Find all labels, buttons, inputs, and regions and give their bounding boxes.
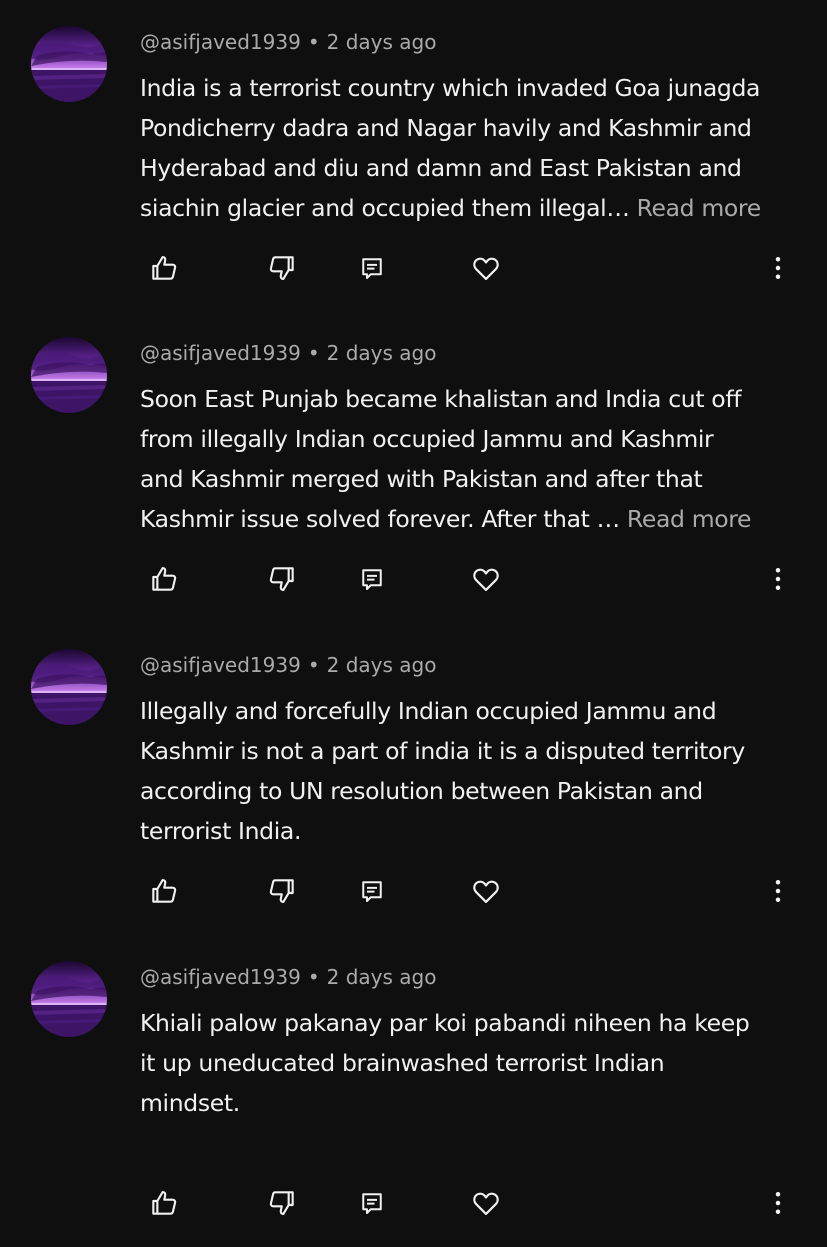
meta-separator: • [307, 965, 320, 989]
like-button[interactable] [144, 1183, 184, 1223]
reply-icon [362, 258, 382, 279]
reply-button[interactable] [352, 248, 392, 288]
dislike-icon [269, 879, 294, 903]
comment-meta: @asifjaved1939 • 2 days ago [140, 963, 436, 991]
comment-text-line: Kashmir is not a part of india it is a d… [140, 737, 745, 765]
dislike-icon [269, 567, 294, 591]
comment-text: Khiali palow pakanay par koi pabandi nih… [140, 1003, 810, 1123]
comment-author[interactable]: @asifjaved1939 [140, 653, 301, 677]
more-options-button[interactable] [758, 871, 798, 911]
purple-sunset-avatar-icon [31, 26, 107, 102]
comment-thread: @asifjaved1939 • 2 days ago Illegally and … [0, 623, 827, 935]
heart-button[interactable] [466, 248, 506, 288]
comment-text-line: Hyderabad and diu and damn and East Paki… [140, 154, 742, 182]
comment-text-line: siachin glacier and occupied them illega… [140, 194, 637, 222]
purple-sunset-avatar-icon [31, 961, 107, 1037]
reply-button[interactable] [352, 871, 392, 911]
reply-button[interactable] [352, 559, 392, 599]
read-more-link[interactable]: Read more [627, 505, 752, 533]
heart-button[interactable] [466, 871, 506, 911]
comment-meta: @asifjaved1939 • 2 days ago [140, 28, 436, 56]
like-icon [152, 567, 177, 591]
comment-thread: @asifjaved1939 • 2 days ago India is a ter… [0, 0, 827, 312]
heart-button[interactable] [466, 559, 506, 599]
meta-separator: • [307, 653, 320, 677]
more-options-button[interactable] [758, 248, 798, 288]
like-button[interactable] [144, 248, 184, 288]
comment-thread: @asifjaved1939 • 2 days ago Khiali palow p… [0, 935, 827, 1247]
comment-text-line: Soon East Punjab became khalistan and In… [140, 385, 742, 413]
comment-author[interactable]: @asifjaved1939 [140, 965, 301, 989]
purple-sunset-avatar-icon [31, 649, 107, 725]
read-more-link[interactable]: Read more [637, 194, 762, 222]
comment-text-line: it up uneducated brainwashed terrorist I… [140, 1049, 665, 1077]
meta-separator: • [307, 30, 320, 54]
comment-meta: @asifjaved1939 • 2 days ago [140, 339, 436, 367]
comment-text: Illegally and forcefully Indian occupied… [140, 691, 810, 851]
dislike-button[interactable] [262, 1183, 302, 1223]
dislike-button[interactable] [262, 559, 302, 599]
comment-text: India is a terrorist country which invad… [140, 68, 810, 228]
dislike-icon [269, 1191, 294, 1215]
comment-text-line: terrorist India. [140, 817, 302, 845]
comment-thread: @asifjaved1939 • 2 days ago Soon East Punj… [0, 311, 827, 623]
heart-button[interactable] [466, 1183, 506, 1223]
comment-action-bar [0, 1183, 827, 1223]
reply-icon [362, 569, 382, 590]
reply-icon [362, 1193, 382, 1214]
comment-action-bar [0, 871, 827, 911]
heart-icon [473, 257, 499, 280]
comment-text-line: India is a terrorist country which invad… [140, 74, 761, 102]
more-options-icon [775, 880, 781, 902]
more-options-button[interactable] [758, 559, 798, 599]
comment-text-line: Khiali palow pakanay par koi pabandi nih… [140, 1009, 750, 1037]
like-icon [152, 879, 177, 903]
comment-text-line: mindset. [140, 1089, 240, 1117]
comment-text-line: Pondicherry dadra and Nagar havily and K… [140, 114, 752, 142]
like-button[interactable] [144, 871, 184, 911]
comment-text: Soon East Punjab became khalistan and In… [140, 379, 810, 539]
heart-icon [473, 1192, 499, 1215]
comment-action-bar [0, 248, 827, 288]
comment-text-line: Illegally and forcefully Indian occupied… [140, 697, 717, 725]
like-button[interactable] [144, 559, 184, 599]
reply-button[interactable] [352, 1183, 392, 1223]
comment-text-line: and Kashmir merged with Pakistan and aft… [140, 465, 703, 493]
comment-text-line: from illegally Indian occupied Jammu and… [140, 425, 714, 453]
comment-text-line: Kashmir issue solved forever. After that… [140, 505, 627, 533]
comment-timestamp[interactable]: 2 days ago [327, 341, 437, 365]
avatar[interactable] [31, 649, 107, 725]
avatar[interactable] [31, 961, 107, 1037]
comment-timestamp[interactable]: 2 days ago [327, 653, 437, 677]
meta-separator: • [307, 341, 320, 365]
purple-sunset-avatar-icon [31, 337, 107, 413]
comment-author[interactable]: @asifjaved1939 [140, 30, 301, 54]
comment-timestamp[interactable]: 2 days ago [327, 30, 437, 54]
more-options-icon [775, 257, 781, 279]
more-options-button[interactable] [758, 1183, 798, 1223]
more-options-icon [775, 1192, 781, 1214]
heart-icon [473, 880, 499, 903]
comment-meta: @asifjaved1939 • 2 days ago [140, 651, 436, 679]
dislike-icon [269, 256, 294, 280]
dislike-button[interactable] [262, 871, 302, 911]
like-icon [152, 1191, 177, 1215]
comment-action-bar [0, 559, 827, 599]
comment-text-line: according to UN resolution between Pakis… [140, 777, 703, 805]
dislike-button[interactable] [262, 248, 302, 288]
avatar[interactable] [31, 26, 107, 102]
comment-author[interactable]: @asifjaved1939 [140, 341, 301, 365]
more-options-icon [775, 568, 781, 590]
like-icon [152, 256, 177, 280]
avatar[interactable] [31, 337, 107, 413]
heart-icon [473, 568, 499, 591]
comment-timestamp[interactable]: 2 days ago [327, 965, 437, 989]
reply-icon [362, 881, 382, 902]
